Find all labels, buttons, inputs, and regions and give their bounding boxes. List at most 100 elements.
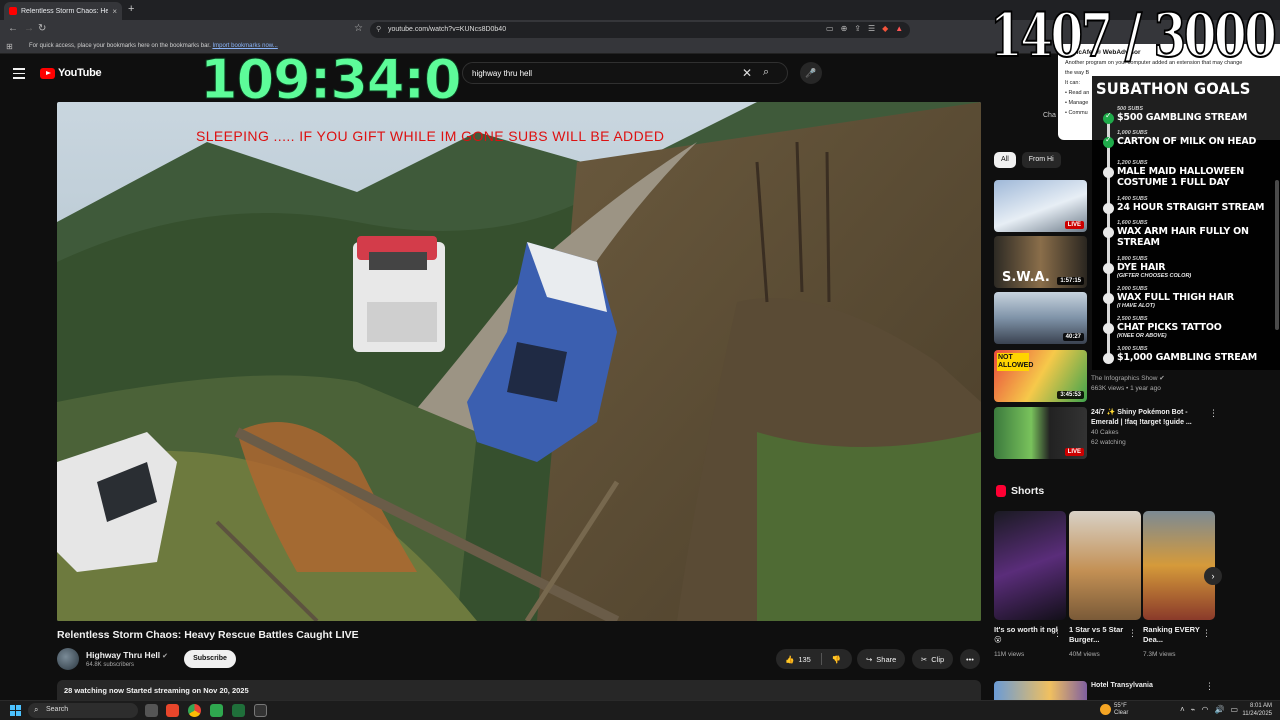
more-options-icon[interactable]: ⋮ — [1209, 408, 1218, 418]
clock-date: 11/24/2025 — [1242, 710, 1272, 717]
more-options-icon[interactable]: ⋮ — [1053, 628, 1062, 639]
goal-name: DYE HAIR — [1117, 262, 1166, 273]
youtube-play-icon — [40, 67, 55, 79]
video-player[interactable] — [57, 102, 981, 621]
duration-badge: 3:45:53 — [1057, 391, 1084, 399]
shorts-next-icon[interactable]: › — [1204, 567, 1222, 585]
brave-browser-icon[interactable] — [166, 704, 179, 717]
video-frame — [57, 102, 981, 621]
search-icon: ⌕ — [34, 705, 39, 714]
duration-badge: 40:27 — [1062, 333, 1084, 341]
taskbar-clock[interactable]: 8:01 AM 11/24/2025 — [1238, 703, 1272, 718]
warning-icon[interactable]: ▲ — [895, 24, 903, 33]
display-icon[interactable]: ▭ — [1230, 705, 1238, 714]
channel-name-text[interactable]: Highway Thru Hell — [86, 650, 160, 660]
zoom-icon[interactable]: ⊕ — [841, 24, 848, 33]
taskbar-search[interactable]: ⌕ Search — [28, 703, 138, 718]
tab-close-icon[interactable]: × — [112, 7, 117, 16]
network-icon[interactable]: ⌁ — [1191, 705, 1196, 714]
search-icon[interactable]: ⌕ — [763, 66, 769, 79]
recommendation-thumbnail[interactable]: LIVE — [994, 407, 1087, 459]
goal-name: MALE MAID HALLOWEEN COSTUME 1 FULL DAY — [1117, 166, 1244, 188]
short-title[interactable]: It's so worth it ngl 😮 — [994, 625, 1060, 645]
bookmark-star-icon[interactable]: ☆ — [354, 23, 363, 34]
more-options-icon[interactable]: ⋮ — [1202, 628, 1211, 639]
subscribe-button[interactable]: Subscribe — [184, 650, 236, 668]
hamburger-menu-icon[interactable] — [13, 68, 25, 82]
like-icon[interactable]: 👍 — [785, 655, 794, 664]
excel-icon[interactable] — [232, 704, 245, 717]
scissors-icon: ✂ — [921, 654, 928, 664]
goal-pending-icon — [1103, 167, 1114, 178]
rec-stats: 663K views • 1 year ago — [1091, 385, 1161, 392]
app-icon[interactable] — [210, 704, 223, 717]
description-box[interactable]: 28 watching now Started streaming on Nov… — [57, 680, 981, 700]
short-thumbnail[interactable] — [1143, 511, 1215, 620]
clip-button[interactable]: ✂ Clip — [912, 649, 954, 669]
goal-pending-icon — [1103, 203, 1114, 214]
recommendation-thumbnail[interactable] — [994, 681, 1087, 700]
chip-all[interactable]: All — [994, 152, 1016, 168]
reader-icon[interactable]: ☰ — [868, 24, 875, 33]
more-options-icon[interactable]: ⋮ — [1205, 681, 1214, 692]
rec-stats: 62 watching — [1091, 439, 1126, 446]
recommendation-thumbnail[interactable]: NOT ALLOWED 3:45:53 — [994, 350, 1087, 402]
search-input[interactable]: highway thru hell ✕ ⌕ — [462, 62, 788, 84]
subscriber-count: 64.8K subscribers — [86, 662, 135, 668]
share-page-icon[interactable]: ⇪ — [854, 24, 861, 33]
back-icon[interactable]: ← — [8, 23, 18, 34]
new-tab-button[interactable]: + — [128, 3, 134, 15]
apps-grid-icon[interactable]: ⊞ — [6, 42, 13, 51]
recommendation-meta[interactable]: 24/7 ✨ Shiny Pokémon Bot - Emerald | !fa… — [1091, 408, 1218, 448]
live-badge: LIVE — [1064, 448, 1084, 456]
share-button[interactable]: ↪ Share — [857, 649, 906, 669]
channel-avatar[interactable] — [57, 648, 79, 670]
shorts-heading: Shorts — [996, 485, 1044, 497]
goal-pending-icon — [1103, 293, 1114, 304]
chevron-up-icon[interactable]: ˄ — [1180, 705, 1185, 714]
swa-thumb-text: S.W.A. — [1002, 270, 1050, 285]
more-actions-button[interactable]: ••• — [960, 649, 980, 669]
stream-banner-text: SLEEPING ..... IF YOU GIFT WHILE IM GONE… — [196, 128, 665, 144]
goal-name: CHAT PICKS TATTOO — [1117, 322, 1222, 333]
short-title[interactable]: Ranking EVERY Dea... — [1143, 625, 1209, 645]
volume-icon[interactable]: 🔊 — [1214, 705, 1224, 714]
share-icon: ↪ — [866, 654, 873, 664]
goal-name: $1,000 GAMBLING STREAM — [1117, 352, 1257, 363]
reload-icon[interactable]: ↻ — [38, 23, 46, 34]
recommendation-thumbnail[interactable]: LIVE — [994, 180, 1087, 232]
clear-search-icon[interactable]: ✕ — [742, 66, 752, 80]
clip-label: Clip — [931, 654, 945, 664]
windows-start-icon[interactable] — [10, 705, 21, 716]
rec-title[interactable]: Hotel Transylvania — [1091, 682, 1153, 689]
goal-note: (I HAVE ALOT) — [1117, 303, 1155, 309]
forward-icon[interactable]: → — [24, 23, 34, 34]
dislike-icon[interactable]: 👎 — [832, 655, 841, 664]
not-allowed-thumb-text: NOT ALLOWED — [997, 353, 1034, 371]
weather-widget[interactable]: 55°F Clear — [1100, 703, 1128, 717]
rec-title[interactable]: 24/7 ✨ Shiny Pokémon Bot - Emerald | !fa… — [1091, 408, 1216, 428]
chip-from-channel[interactable]: From Hi — [1021, 152, 1061, 168]
voice-search-mic-icon[interactable]: 🎤 — [800, 62, 822, 84]
site-info-icon[interactable]: ⚲ — [376, 25, 381, 33]
app-icon[interactable] — [254, 704, 267, 717]
cast-icon[interactable]: ▭ — [826, 24, 834, 33]
like-count[interactable]: 135 — [798, 655, 811, 664]
short-thumbnail[interactable] — [1069, 511, 1141, 620]
wifi-icon[interactable]: ◠ — [1202, 705, 1209, 714]
short-title[interactable]: 1 Star vs 5 Star Burger... — [1069, 625, 1135, 645]
sidebar-scrollbar[interactable] — [1275, 180, 1279, 330]
task-view-icon[interactable] — [145, 704, 158, 717]
chat-label[interactable]: Cha — [1043, 112, 1056, 119]
recommendation-thumbnail[interactable]: 40:27 — [994, 292, 1087, 344]
browser-tab[interactable]: Relentless Storm Chaos: Hea... × — [4, 2, 122, 20]
recommendation-thumbnail[interactable]: S.W.A. 1:57:15 — [994, 236, 1087, 288]
more-options-icon[interactable]: ⋮ — [1128, 628, 1137, 639]
brave-shield-icon[interactable]: ◆ — [882, 24, 888, 33]
goal-name: 24 HOUR STRAIGHT STREAM — [1117, 202, 1265, 213]
goal-pending-icon — [1103, 353, 1114, 364]
youtube-logo[interactable]: YouTube — [40, 67, 102, 79]
chrome-icon[interactable] — [188, 704, 201, 717]
short-thumbnail[interactable] — [994, 511, 1066, 620]
channel-name[interactable]: Highway Thru Hell ✔ — [86, 650, 168, 660]
